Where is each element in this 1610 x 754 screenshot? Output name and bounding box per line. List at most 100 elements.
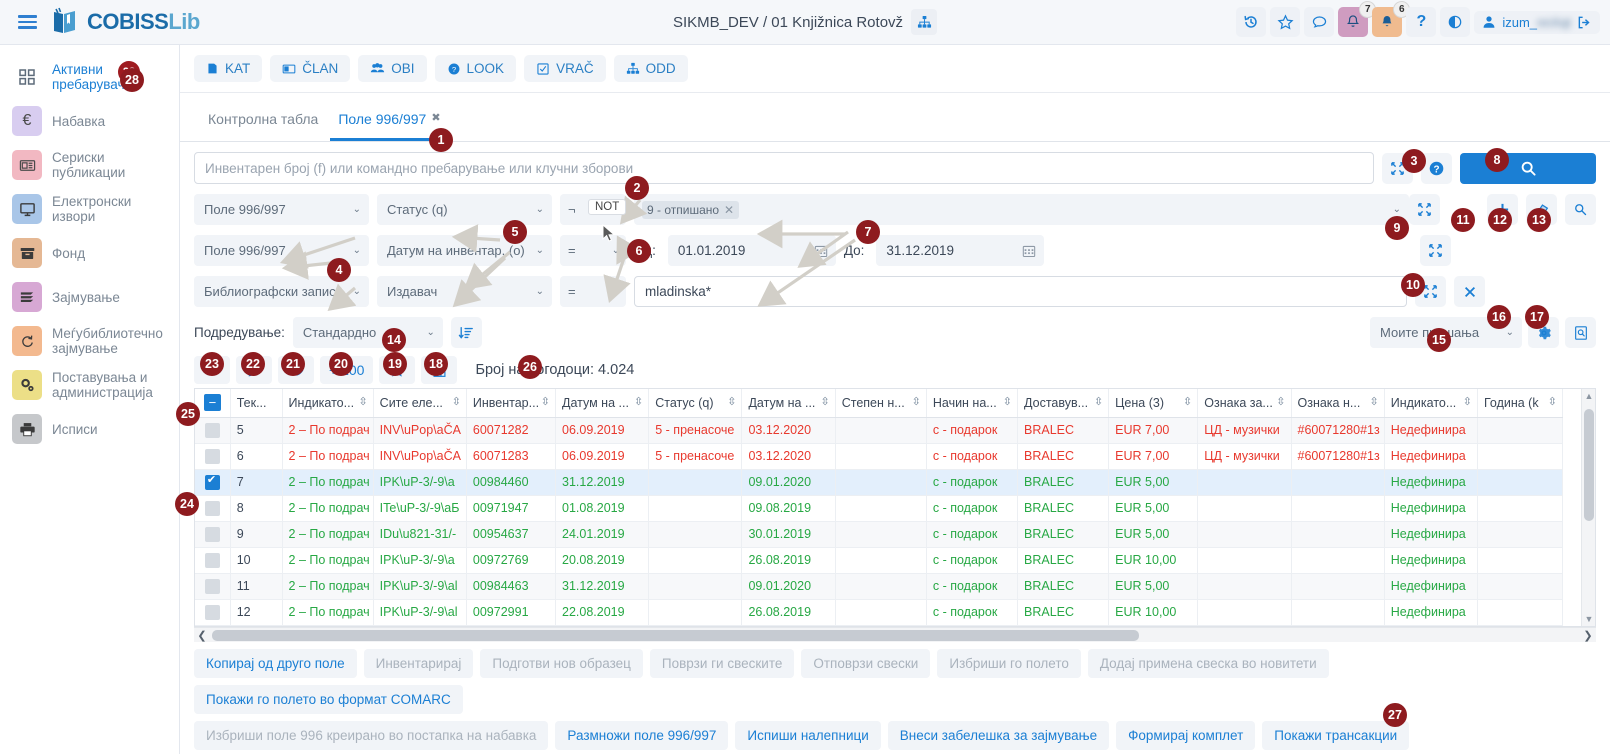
date-from-input[interactable]: 01.01.2019 — [667, 235, 836, 266]
search-input[interactable]: Инвентарен број (f) или командно пребару… — [194, 152, 1374, 184]
table-row[interactable]: 92 – По подрач IDu\u821-31/- 00954637 24.01… — [195, 521, 1563, 548]
filter-source-select-1[interactable]: Поле 996/997 ⌄ — [194, 194, 369, 225]
action-button[interactable]: Формирај комплет — [1116, 720, 1256, 750]
sort-toggle-icon[interactable]: ⇳ — [1463, 395, 1472, 408]
bell-filled-icon[interactable]: 6 — [1372, 1, 1411, 37]
bell-outline-icon[interactable]: 7 — [1338, 1, 1377, 37]
menu-toggle-icon[interactable] — [10, 15, 44, 29]
row-select-cell[interactable] — [195, 417, 231, 444]
sort-toggle-icon[interactable]: ⇳ — [912, 395, 921, 408]
sort-toggle-icon[interactable]: ⇳ — [1094, 395, 1103, 408]
sort-toggle-icon[interactable]: ⇳ — [820, 395, 829, 408]
sort-desc-icon[interactable] — [450, 317, 482, 348]
sidebar-item-acquisition[interactable]: € Набавка — [0, 99, 179, 143]
column-header[interactable]: Ознака н... ⇳ — [1291, 389, 1385, 418]
sidebar-item-active-searches[interactable]: Активни пребарувачи 28 — [0, 55, 179, 99]
remove-token-icon[interactable]: ✕ — [724, 203, 734, 217]
sort-toggle-icon[interactable]: ⇳ — [1276, 395, 1285, 408]
filter-value-input-3[interactable]: mladinska* — [634, 276, 1407, 307]
horizontal-scrollbar[interactable]: ❮ ❯ — [194, 626, 1596, 643]
table-row[interactable]: 11 2 – По подрач IPK\uP-3/-9\al 00984463 31.… — [195, 573, 1563, 600]
date-to-input[interactable]: 31.12.2019 — [876, 235, 1045, 266]
help-icon[interactable]: ? — [1406, 7, 1437, 37]
expand-icon[interactable] — [1409, 194, 1440, 225]
table-row[interactable]: 12 2 – По подрач IPK\uP-3/-9\al 00972991 22.… — [195, 599, 1563, 626]
sort-toggle-icon[interactable]: ⇳ — [1183, 395, 1192, 408]
history-icon[interactable] — [1236, 7, 1267, 37]
filter-field-select-1[interactable]: Статус (q) ⌄ — [377, 194, 552, 225]
row-select-cell[interactable] — [195, 599, 231, 626]
row-checkbox[interactable] — [204, 604, 220, 620]
vertical-scrollbar[interactable]: ▲ ▼ — [1581, 389, 1595, 626]
close-icon[interactable]: ✖ — [431, 111, 440, 124]
row-checkbox[interactable] — [204, 422, 220, 438]
sidebar-item-lending[interactable]: Зајмување — [0, 275, 179, 319]
column-header[interactable]: Година (k ⇳ — [1477, 389, 1563, 418]
column-header[interactable]: Сите еле... ⇳ — [373, 389, 467, 418]
column-header[interactable]: Степен н... ⇳ — [835, 389, 927, 418]
document-search-icon[interactable] — [1565, 317, 1596, 348]
sidebar-item-e-resources[interactable]: Електронски извори — [0, 187, 179, 231]
column-header[interactable]: Датум на ... ⇳ — [741, 389, 836, 418]
module-clan[interactable]: ČLAN — [270, 55, 351, 82]
table-row[interactable]: 62 – По подрач INV\uPop\aČА 60071283 06.09.… — [195, 443, 1563, 470]
expand-icon[interactable] — [1420, 235, 1451, 266]
action-button[interactable]: Испиши налепници — [735, 720, 881, 750]
action-button[interactable]: Размножи поле 996/997 — [555, 720, 729, 750]
select-all-header[interactable]: − — [195, 389, 231, 418]
tab-dashboard[interactable]: Контролна табла — [200, 105, 326, 141]
sort-toggle-icon[interactable]: ⇳ — [1548, 395, 1557, 408]
chevron-down-icon[interactable]: ⌄ — [1393, 204, 1401, 215]
row-checkbox[interactable] — [204, 500, 220, 516]
app-logo[interactable]: COBISSLib — [50, 7, 200, 37]
row-checkbox[interactable] — [204, 552, 220, 568]
table-row[interactable]: 52 – По подрач INV\uPop\aČА 60071282 06.09.… — [195, 417, 1563, 444]
search-button[interactable] — [1460, 152, 1596, 184]
column-header[interactable]: Тек... — [230, 389, 283, 418]
scroll-right-arrow[interactable]: ❯ — [1580, 628, 1596, 643]
filter-field-select-3[interactable]: Издавач ⌄ — [377, 276, 552, 307]
sort-toggle-icon[interactable]: ⇳ — [1003, 395, 1012, 408]
table-row[interactable]: 10 2 – По подрач IPK\uP-3/-9\a 00972769 20.0… — [195, 547, 1563, 574]
sidebar-item-holdings[interactable]: Фонд — [0, 231, 179, 275]
row-checkbox[interactable] — [204, 526, 220, 542]
module-vrac[interactable]: VRAČ — [524, 55, 606, 82]
filter-token[interactable]: 9 - отпишано ✕ — [642, 200, 740, 219]
row-select-cell[interactable] — [195, 469, 231, 496]
sort-toggle-icon[interactable]: ⇳ — [1370, 395, 1379, 408]
row-checkbox[interactable] — [204, 448, 220, 464]
table-row[interactable]: 82 – По подрач ITe\uP-3/-9\aБ 00971947 01.0… — [195, 495, 1563, 522]
scroll-left-arrow[interactable]: ❮ — [194, 628, 210, 643]
find-filter-button[interactable] — [1565, 194, 1596, 225]
filter-value-tokens-1[interactable]: 9 - отпишано ✕ — [634, 194, 1409, 225]
row-checkbox[interactable] — [204, 473, 220, 490]
sort-toggle-icon[interactable]: ⇳ — [541, 395, 550, 408]
sort-toggle-icon[interactable]: ⇳ — [634, 395, 643, 408]
sort-toggle-icon[interactable]: ⇳ — [727, 395, 736, 408]
column-header[interactable]: Статус (q) ⇳ — [648, 389, 743, 418]
column-header[interactable]: Датум на ... ⇳ — [555, 389, 650, 418]
scroll-up-arrow[interactable]: ▲ — [1582, 389, 1596, 403]
column-header[interactable]: Индикато... ⇳ — [282, 389, 374, 418]
org-tree-icon[interactable] — [911, 9, 938, 35]
action-button[interactable]: Покажи го полето во формат COMARC — [194, 684, 463, 714]
select-all-checkbox[interactable]: − — [203, 394, 221, 412]
column-header[interactable]: Цена (3) ⇳ — [1108, 389, 1199, 418]
table-row[interactable]: 72 – По подрачIPK\uP-3/-9\a0098446031.12… — [195, 469, 1563, 496]
row-select-cell[interactable] — [195, 573, 231, 600]
sidebar-item-ill[interactable]: Меѓубиблиотечно зајмување — [0, 319, 179, 363]
chat-icon[interactable] — [1304, 7, 1335, 37]
column-header[interactable]: Индикато... ⇳ — [1384, 389, 1478, 418]
column-header[interactable]: Доставув... ⇳ — [1017, 389, 1110, 418]
module-obi[interactable]: OBI — [358, 55, 427, 82]
module-odd[interactable]: ODD — [613, 55, 688, 82]
sidebar-item-settings-admin[interactable]: Поставувања и администрација — [0, 363, 179, 407]
row-select-cell[interactable] — [195, 547, 231, 574]
user-menu[interactable]: izum_nnXqt — [1474, 10, 1600, 34]
row-select-cell[interactable] — [195, 521, 231, 548]
row-select-cell[interactable] — [195, 443, 231, 470]
star-icon[interactable] — [1270, 7, 1301, 37]
scroll-down-arrow[interactable]: ▼ — [1582, 612, 1596, 626]
sidebar-item-reports[interactable]: Исписи — [0, 407, 179, 451]
module-kat[interactable]: KAT — [194, 55, 263, 82]
